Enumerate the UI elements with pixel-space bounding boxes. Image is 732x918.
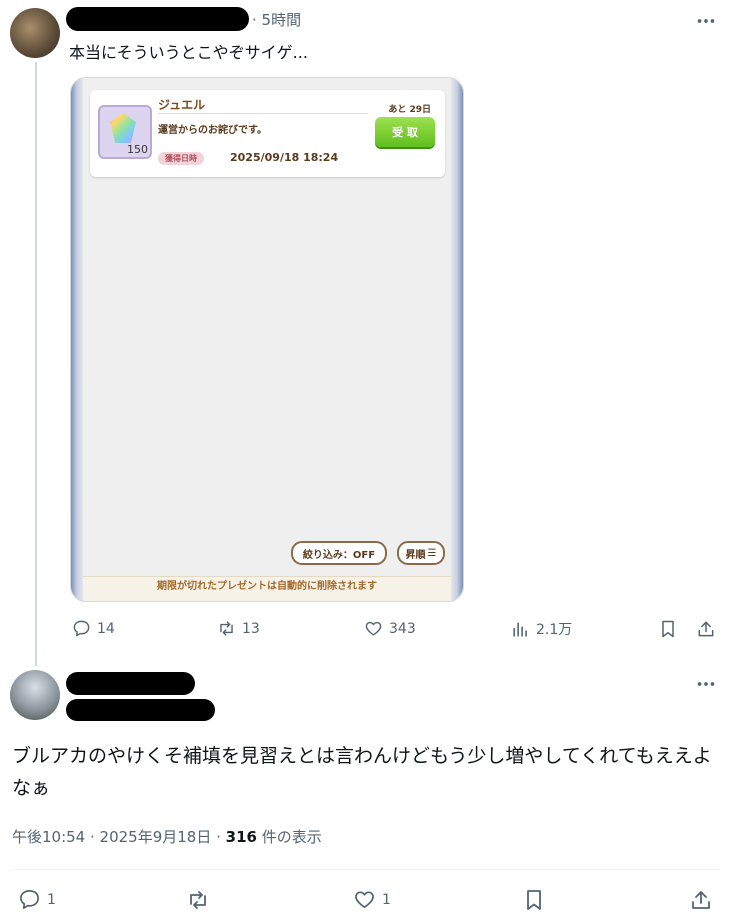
gift-date-label: 獲得日時 bbox=[158, 152, 204, 165]
redacted-display-name[interactable] bbox=[66, 672, 195, 695]
thread-line bbox=[35, 62, 37, 666]
receive-button: 受 取 bbox=[375, 117, 435, 147]
more-dots-icon[interactable] bbox=[695, 673, 719, 693]
user-avatar[interactable] bbox=[10, 670, 60, 720]
tweet-time[interactable]: · 5時間 bbox=[252, 9, 301, 30]
game-present-screen: 150 ジュエル 運営からのお詫びです。 獲得日時 2025/09/18 18:… bbox=[83, 78, 451, 601]
divider bbox=[12, 869, 720, 870]
tweet-timestamp: 午後10:54 · 2025年9月18日 · 316 件の表示 bbox=[12, 826, 322, 847]
filter-button: 絞り込み：OFF bbox=[291, 541, 387, 565]
redacted-handle[interactable] bbox=[66, 699, 215, 721]
views-count: 316 bbox=[225, 828, 257, 846]
share-icon[interactable] bbox=[689, 888, 713, 912]
retweet-icon[interactable] bbox=[186, 888, 210, 912]
reply-button[interactable]: 1 bbox=[18, 888, 56, 911]
reply-button[interactable]: 14 bbox=[72, 619, 115, 638]
jewel-item-icon: 150 bbox=[98, 105, 152, 159]
present-footer-text: 期限が切れたプレゼントは自動的に削除されます bbox=[157, 581, 377, 592]
like-button[interactable]: 343 bbox=[364, 619, 416, 638]
tweet-date[interactable]: 午後10:54 · 2025年9月18日 · bbox=[12, 828, 226, 846]
present-footer: 期限が切れたプレゼントは自動的に削除されます bbox=[83, 576, 451, 601]
sort-label: 昇順 bbox=[405, 549, 426, 561]
heart-icon bbox=[365, 621, 382, 636]
tweet-media-image[interactable]: 150 ジュエル 運営からのお詫びです。 獲得日時 2025/09/18 18:… bbox=[70, 77, 464, 602]
gift-remaining: あと 29日 bbox=[388, 105, 431, 115]
jewel-gem-icon bbox=[110, 113, 136, 143]
views-icon bbox=[513, 621, 527, 637]
like-count: 343 bbox=[389, 620, 416, 637]
views-button[interactable]: 2.1万 bbox=[511, 619, 572, 639]
heart-icon bbox=[355, 891, 374, 909]
like-count: 1 bbox=[382, 891, 391, 908]
retweet-button[interactable]: 13 bbox=[217, 619, 260, 638]
reply-icon bbox=[20, 890, 39, 909]
bookmark-icon[interactable] bbox=[658, 619, 678, 639]
gift-title-divider bbox=[158, 113, 368, 114]
gift-date: 2025/09/18 18:24 bbox=[230, 151, 339, 164]
gift-description: 運営からのお詫びです。 bbox=[158, 125, 267, 136]
reply-count: 1 bbox=[47, 891, 56, 908]
views-count: 2.1万 bbox=[536, 622, 573, 638]
like-button[interactable]: 1 bbox=[353, 888, 391, 911]
user-avatar[interactable] bbox=[10, 8, 60, 58]
gift-title: ジュエル bbox=[158, 98, 206, 112]
redacted-username[interactable] bbox=[66, 7, 249, 31]
tweet-text: 本当にそういうとこやぞサイゲ... bbox=[69, 43, 308, 62]
reply-count: 14 bbox=[97, 620, 115, 637]
tweet-text: ブルアカのやけくそ補填を見習えとは言わんけどもう少し増やしてくれてもええよなぁ bbox=[12, 745, 712, 799]
retweet-icon bbox=[220, 621, 233, 636]
share-icon[interactable] bbox=[696, 619, 716, 639]
sort-button: 昇順 ☰ bbox=[397, 541, 445, 565]
reply-icon bbox=[73, 620, 90, 637]
more-dots-icon[interactable] bbox=[695, 10, 719, 30]
retweet-count: 13 bbox=[242, 620, 260, 637]
jewel-count: 150 bbox=[127, 143, 148, 156]
gift-card: 150 ジュエル 運営からのお詫びです。 獲得日時 2025/09/18 18:… bbox=[90, 90, 445, 177]
views-label: 件の表示 bbox=[256, 828, 322, 846]
sort-lines-icon: ☰ bbox=[427, 547, 437, 559]
bookmark-icon[interactable] bbox=[522, 888, 546, 912]
